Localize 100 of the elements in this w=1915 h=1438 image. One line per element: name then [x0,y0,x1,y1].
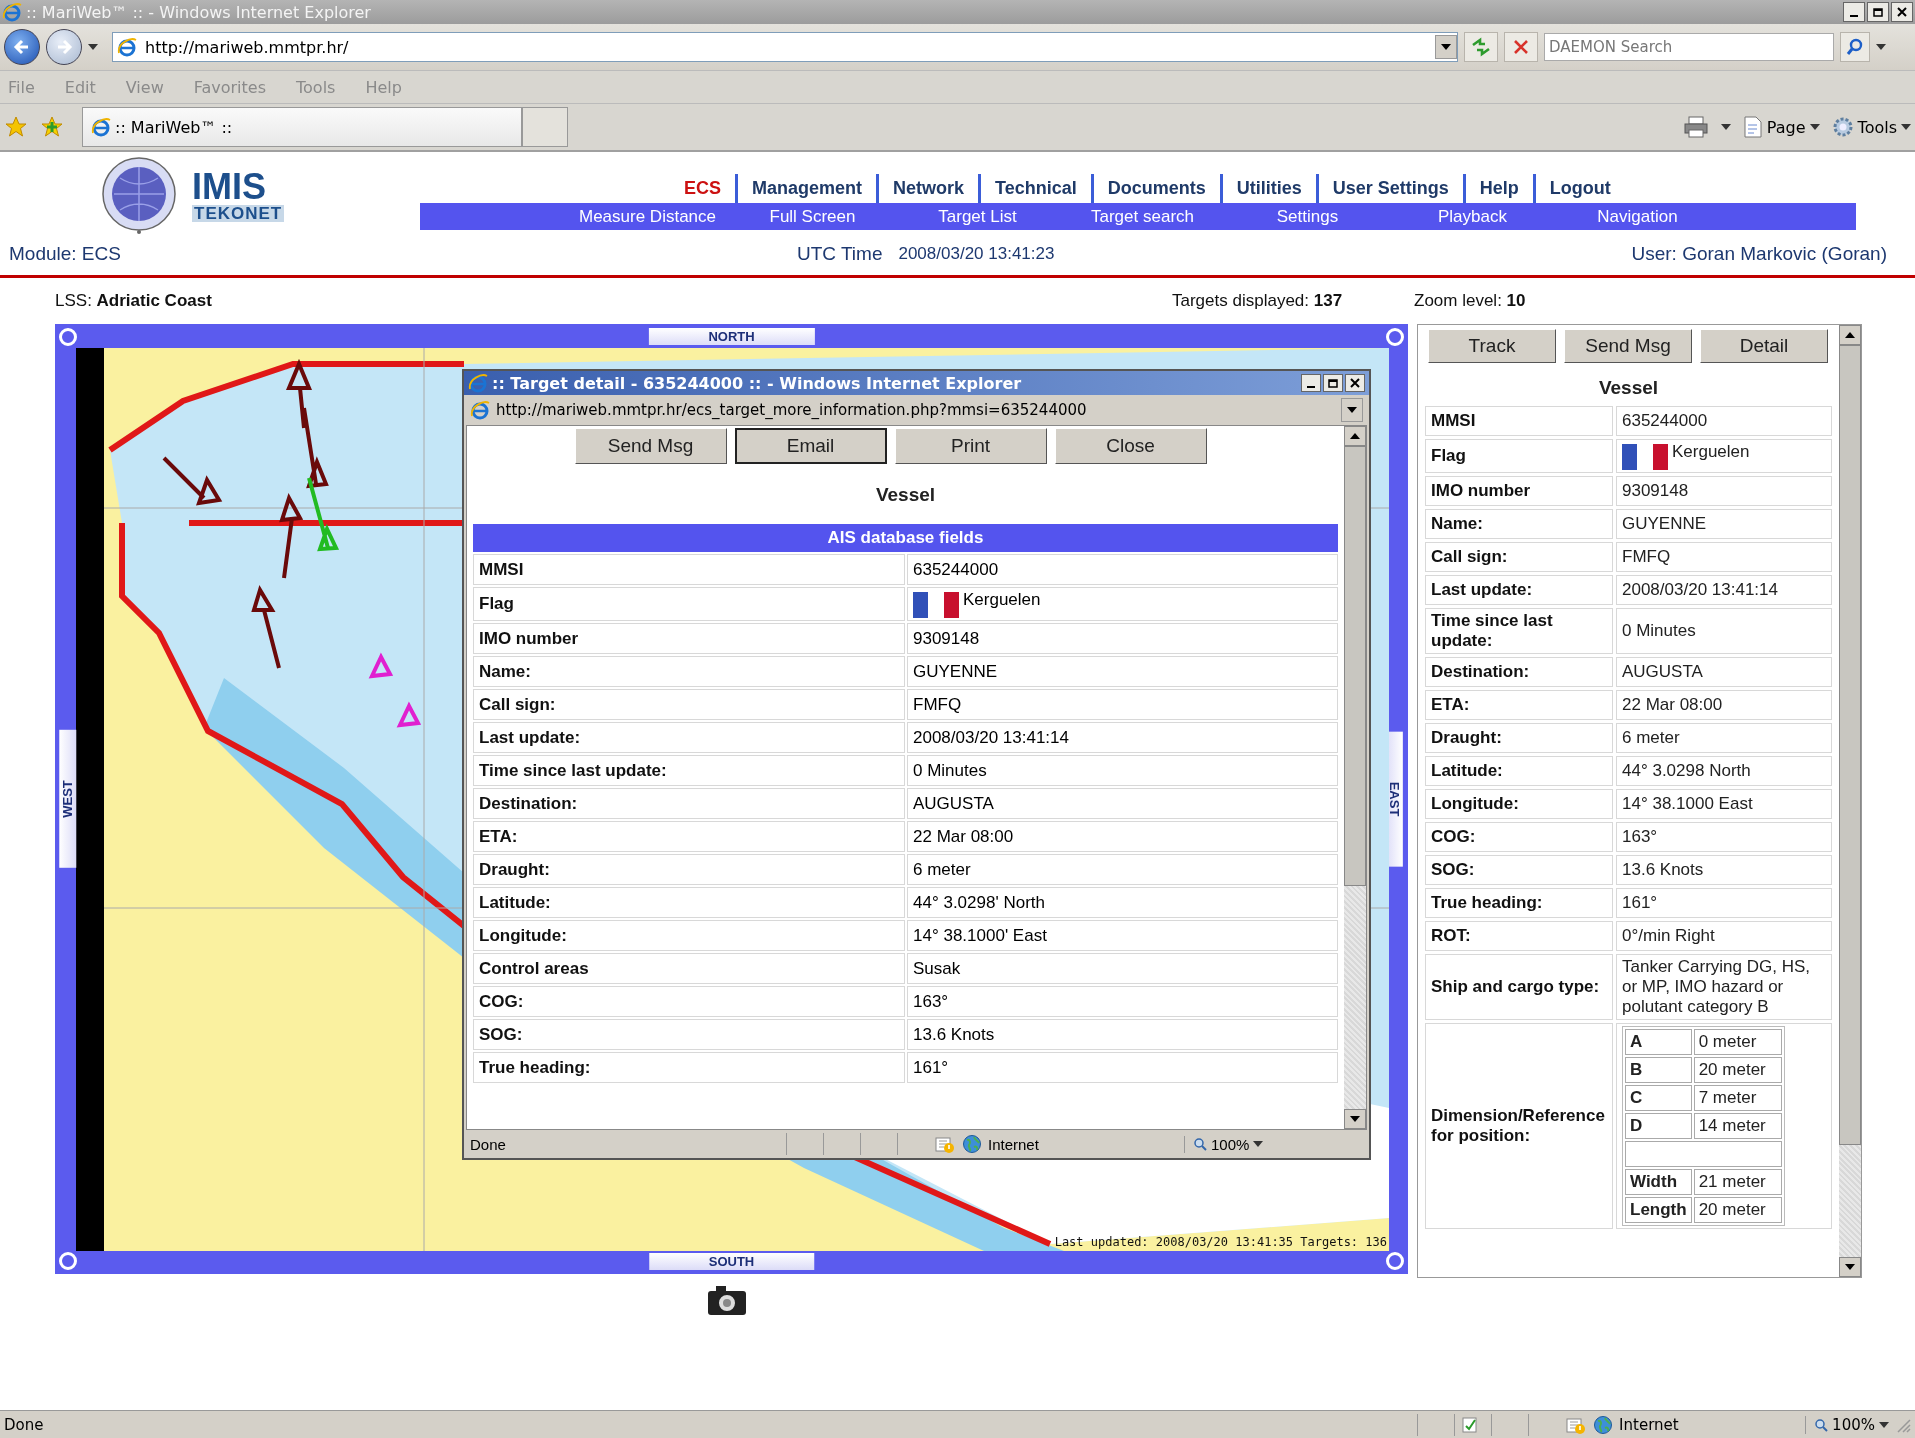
caret-icon [1253,1141,1264,1147]
flag-icon [1622,443,1668,470]
dimension-value: 7 meter [1693,1084,1782,1111]
field-value: 44° 3.0298' North [907,887,1338,918]
page-menu-button[interactable]: Page [1742,116,1820,138]
ie-logo-icon [91,117,111,137]
scrollbar[interactable] [1344,426,1366,1129]
dimension-value: 14 meter [1693,1112,1782,1139]
field-label: True heading: [1425,887,1613,918]
minimize-button[interactable] [1843,2,1865,22]
scroll-up-button[interactable] [1839,324,1861,345]
field-value: 635244000 [1616,405,1832,436]
pan-west-button[interactable]: WEST [59,730,77,868]
search-icon [1846,38,1864,56]
popup-button[interactable]: Email [734,428,887,464]
popup-button[interactable]: Send Msg [574,428,727,464]
minimize-button[interactable] [1301,374,1321,392]
search-button[interactable] [1840,32,1870,62]
caret-icon[interactable] [1720,124,1731,130]
search-options-caret-icon[interactable] [1876,44,1886,50]
logo-subtitle: TEKONET [192,204,285,222]
field-label: COG: [1425,821,1613,852]
close-button[interactable] [1891,2,1913,22]
field-label: IMO number [1425,475,1613,506]
field-label: Control areas [473,953,905,984]
subnav-link[interactable]: Target List [895,206,1060,227]
field-label: Call sign: [473,689,905,720]
field-label: Ship and cargo type: [1425,953,1613,1020]
scroll-down-button[interactable] [1839,1256,1861,1277]
field-value: FMFQ [1616,541,1832,572]
map-status-text: Last updated: 2008/03/20 13:41:35 Targets: 136 [1054,1234,1387,1249]
field-value: 6 meter [1616,722,1832,753]
field-label: SOG: [1425,854,1613,885]
address-field[interactable]: http://mariweb.mmtpr.hr/ [112,32,1458,62]
tools-menu-button[interactable]: Tools [1831,116,1911,138]
nav-tab[interactable]: ECS [670,174,735,203]
corner-circle-icon[interactable] [1386,327,1404,346]
corner-circle-icon[interactable] [59,327,77,346]
dimension-value: 20 meter [1693,1196,1782,1223]
popup-button[interactable]: Print [894,428,1047,464]
scrollbar[interactable] [1839,324,1861,1277]
subnav-link[interactable]: Navigation [1555,206,1720,227]
resize-grip-icon[interactable] [1895,1416,1911,1433]
back-button[interactable] [4,29,40,65]
zoom-control[interactable]: 100% [1805,1415,1889,1434]
dimension-label: B [1625,1056,1692,1083]
subnav-link[interactable]: Playback [1390,206,1555,227]
scroll-thumb[interactable] [1839,344,1861,1145]
address-dropdown-button[interactable] [1341,398,1363,422]
restore-button[interactable] [1323,374,1343,392]
field-value: 0°/min Right [1616,920,1832,951]
close-button[interactable] [1345,374,1365,392]
subnav-link[interactable]: Target search [1060,206,1225,227]
field-label: Flag [1425,438,1613,473]
field-label: Destination: [473,788,905,819]
pan-south-button[interactable]: SOUTH [648,1252,815,1270]
favorites-star-icon[interactable] [4,115,28,139]
zoom-control[interactable]: 100% [1184,1135,1264,1153]
dimension-label: Length [1625,1196,1692,1223]
zone-text: Internet [1619,1415,1680,1434]
address-input[interactable]: http://mariweb.mmtpr.hr/ [143,34,1429,60]
popup-address-text: http://mariweb.mmtpr.hr/ecs_target_more_information.php?mmsi=635244000 [496,401,1087,419]
pan-north-button[interactable]: NORTH [648,327,815,345]
module-label: Module: ECS [9,243,121,266]
forward-button[interactable] [46,29,82,65]
zoom-level: Zoom level: 10 [1414,290,1526,311]
field-label: Dimension/Reference for position: [1425,1022,1613,1229]
logo-text: IMIS [192,168,267,205]
subnav-link[interactable]: Settings [1225,206,1390,227]
field-value: 161° [1616,887,1832,918]
dimension-value: 21 meter [1693,1168,1782,1195]
add-favorite-icon[interactable] [40,115,64,139]
dimension-label: Width [1625,1168,1692,1195]
field-label: Flag [473,587,905,621]
status-text: Done [4,1415,44,1434]
user-label: User: Goran Markovic (Goran) [1631,243,1887,266]
address-dropdown-button[interactable] [1435,35,1457,59]
dimension-value: 0 meter [1693,1028,1782,1055]
dropdown-caret-icon[interactable] [88,44,98,50]
stop-button[interactable] [1504,32,1538,62]
field-label: IMO number [473,623,905,654]
panel-button[interactable]: Detail [1700,328,1828,363]
ie-logo-icon [117,37,137,57]
popup-status-text: Done [470,1135,507,1153]
panel-button[interactable]: Send Msg [1564,328,1692,363]
popup-button[interactable]: Close [1054,428,1207,464]
scroll-thumb[interactable] [1344,446,1366,886]
refresh-button[interactable] [1464,32,1498,62]
scroll-down-button[interactable] [1344,1109,1366,1129]
ie-logo-icon [470,400,490,420]
search-field[interactable]: DAEMON Search [1544,33,1834,61]
printer-icon[interactable] [1682,116,1709,138]
subnav-link[interactable]: Full Screen [730,206,895,227]
browser-tab[interactable]: :: MariWeb™ :: [82,107,522,147]
panel-heading: Vessel [1597,375,1660,400]
subnav-link[interactable]: Measure Distance [565,206,730,227]
magnifier-icon [1814,1417,1829,1432]
scroll-up-button[interactable] [1344,426,1366,446]
panel-button[interactable]: Track [1428,328,1556,363]
restore-button[interactable] [1867,2,1889,22]
